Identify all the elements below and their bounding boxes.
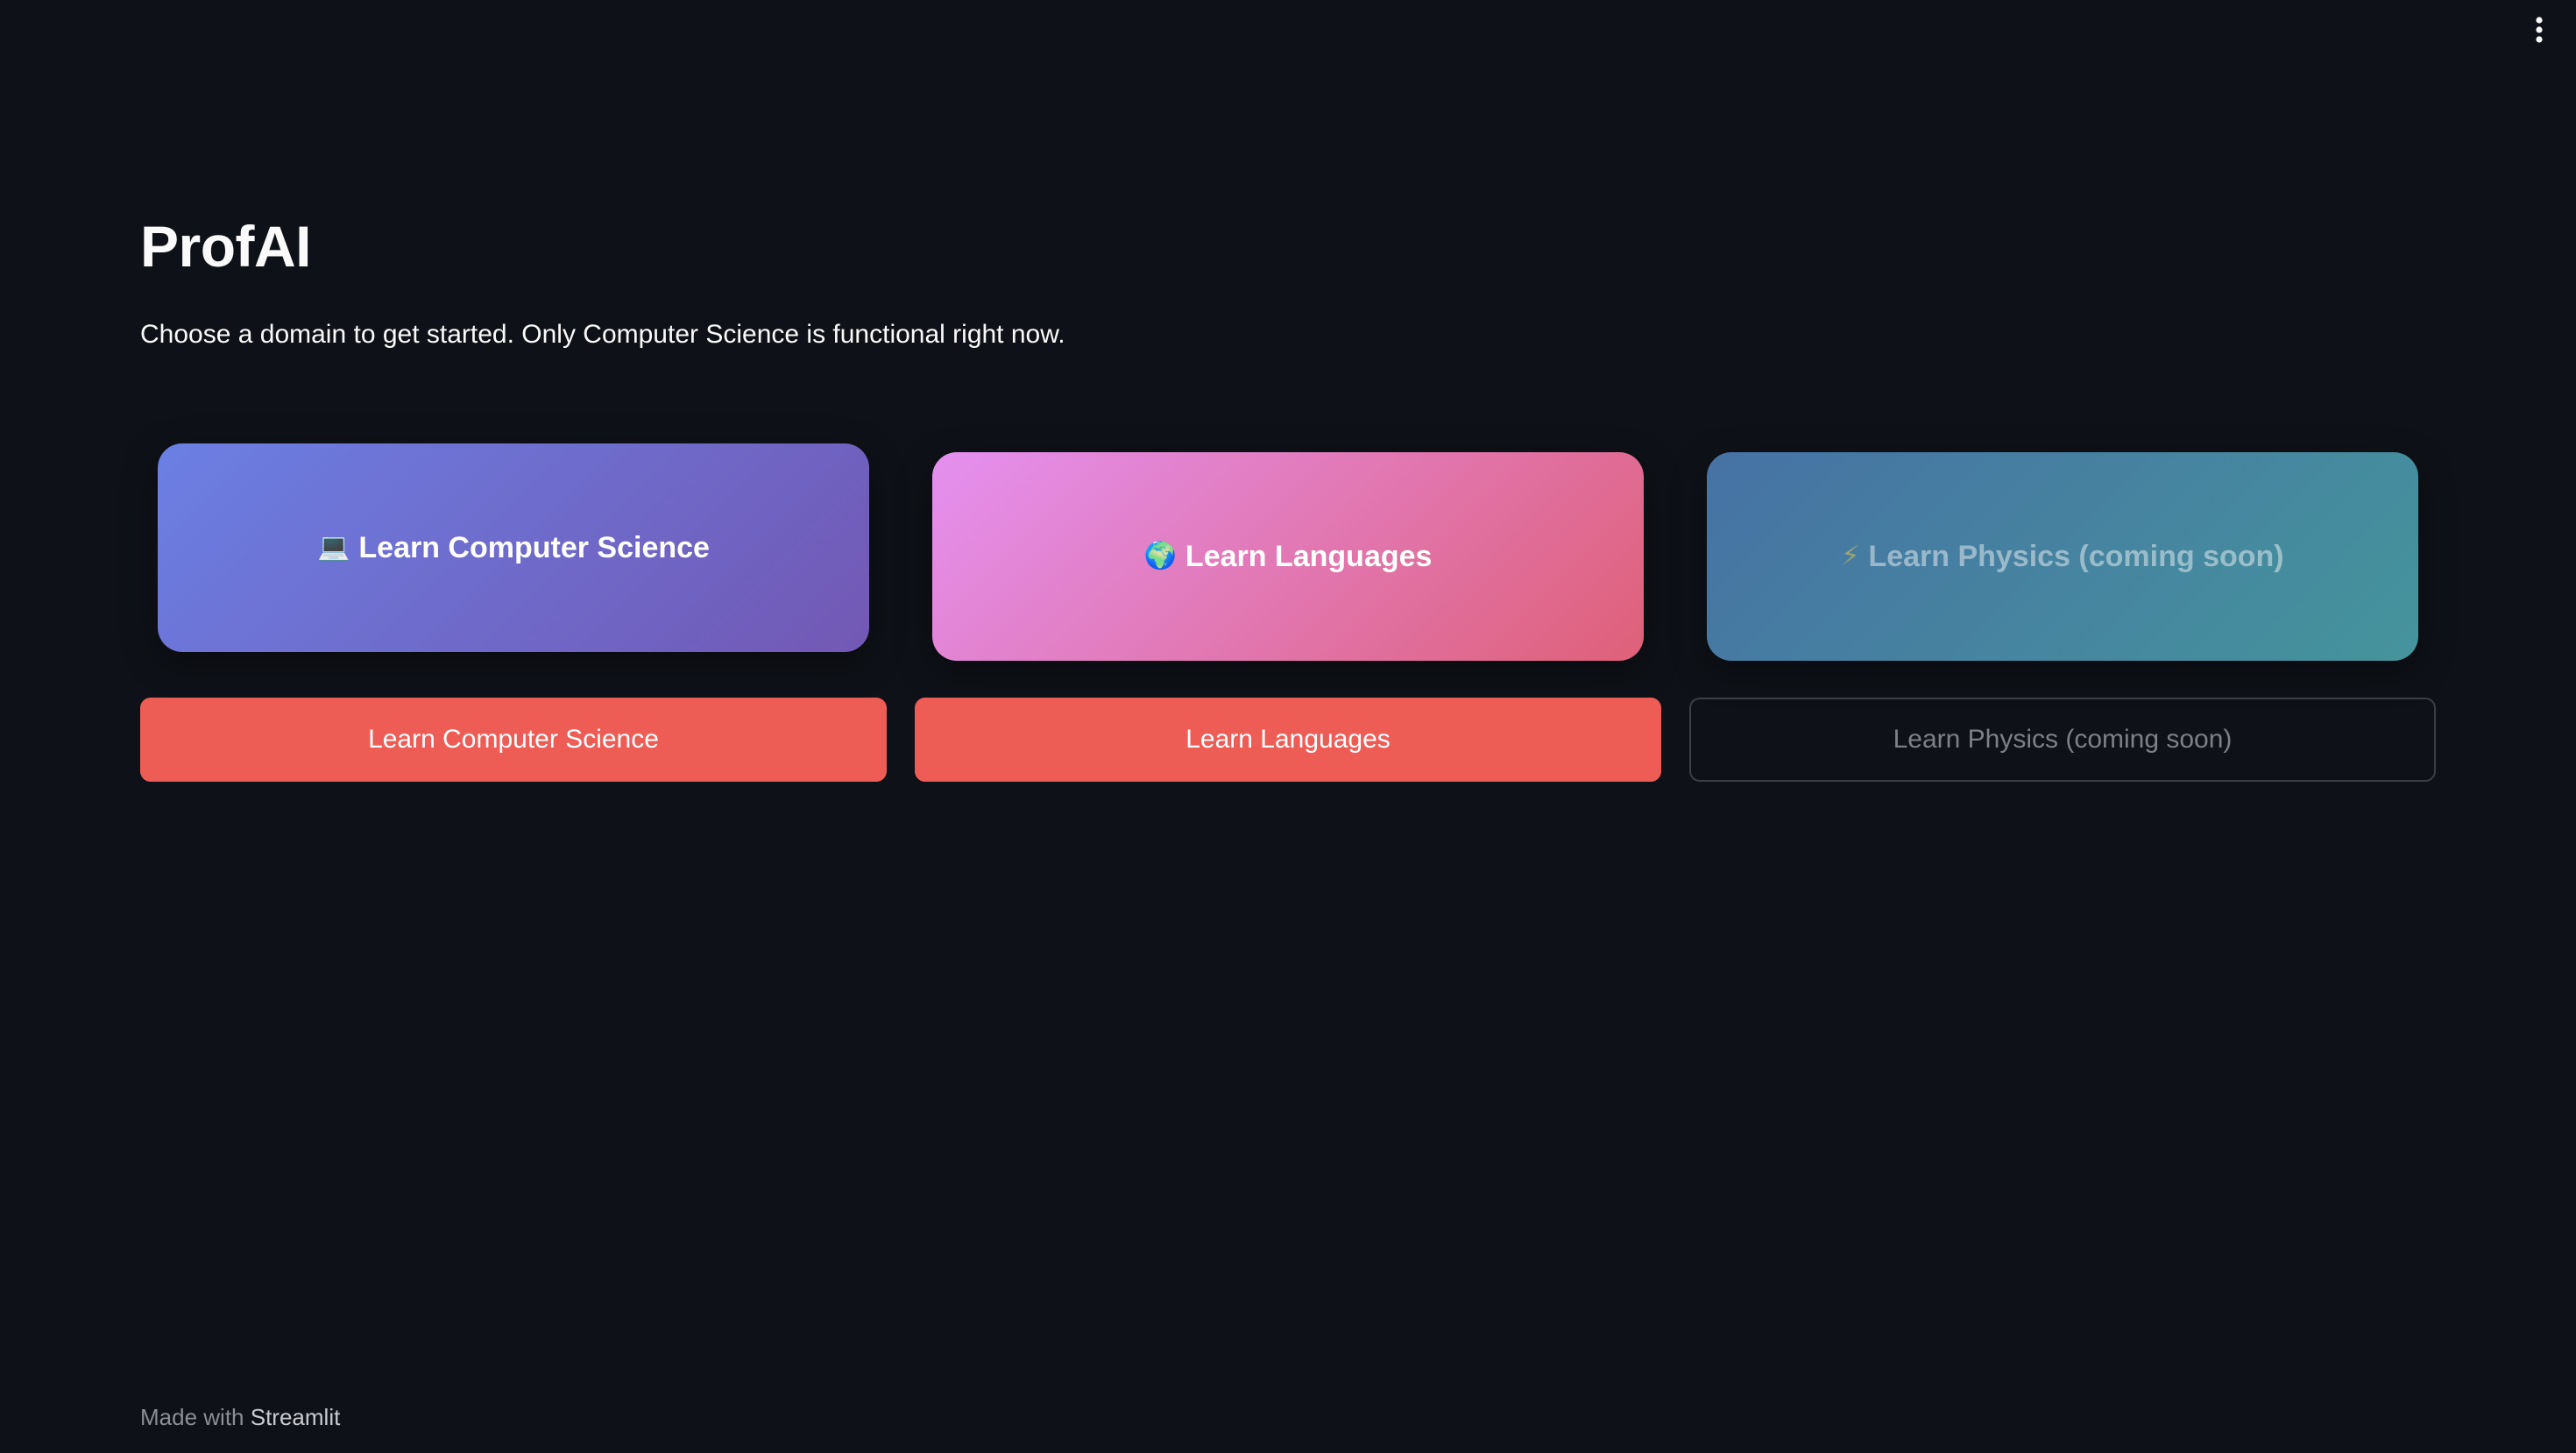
globe-icon: 🌍 bbox=[1143, 542, 1177, 571]
streamlit-link[interactable]: Streamlit bbox=[251, 1404, 341, 1430]
card-label: 💻 Learn Computer Science bbox=[317, 531, 710, 565]
learn-computer-science-button[interactable]: Learn Computer Science bbox=[140, 698, 887, 782]
kebab-menu-icon bbox=[2536, 17, 2543, 43]
lightning-icon: ⚡ bbox=[1841, 542, 1860, 571]
footer-prefix: Made with bbox=[140, 1404, 251, 1430]
card-label: 🌍 Learn Languages bbox=[1144, 540, 1433, 574]
learn-languages-button[interactable]: Learn Languages bbox=[915, 698, 1661, 782]
card-text: Learn Computer Science bbox=[358, 530, 710, 564]
page-subtitle: Choose a domain to get started. Only Com… bbox=[140, 320, 1065, 349]
main-menu-button[interactable] bbox=[2522, 12, 2557, 47]
card-physics: ⚡ Learn Physics (coming soon) bbox=[1707, 452, 2418, 661]
card-languages[interactable]: 🌍 Learn Languages bbox=[932, 452, 1644, 661]
footer: Made with Streamlit bbox=[140, 1404, 340, 1431]
card-computer-science[interactable]: 💻 Learn Computer Science bbox=[158, 443, 869, 652]
laptop-icon: 💻 bbox=[317, 533, 350, 562]
card-text: Learn Physics (coming soon) bbox=[1868, 539, 2284, 573]
card-label: ⚡ Learn Physics (coming soon) bbox=[1841, 540, 2283, 574]
page-title: ProfAI bbox=[140, 214, 312, 279]
learn-physics-button: Learn Physics (coming soon) bbox=[1689, 698, 2436, 782]
card-text: Learn Languages bbox=[1185, 539, 1433, 573]
app-root: ProfAI Choose a domain to get started. O… bbox=[0, 0, 2576, 1453]
